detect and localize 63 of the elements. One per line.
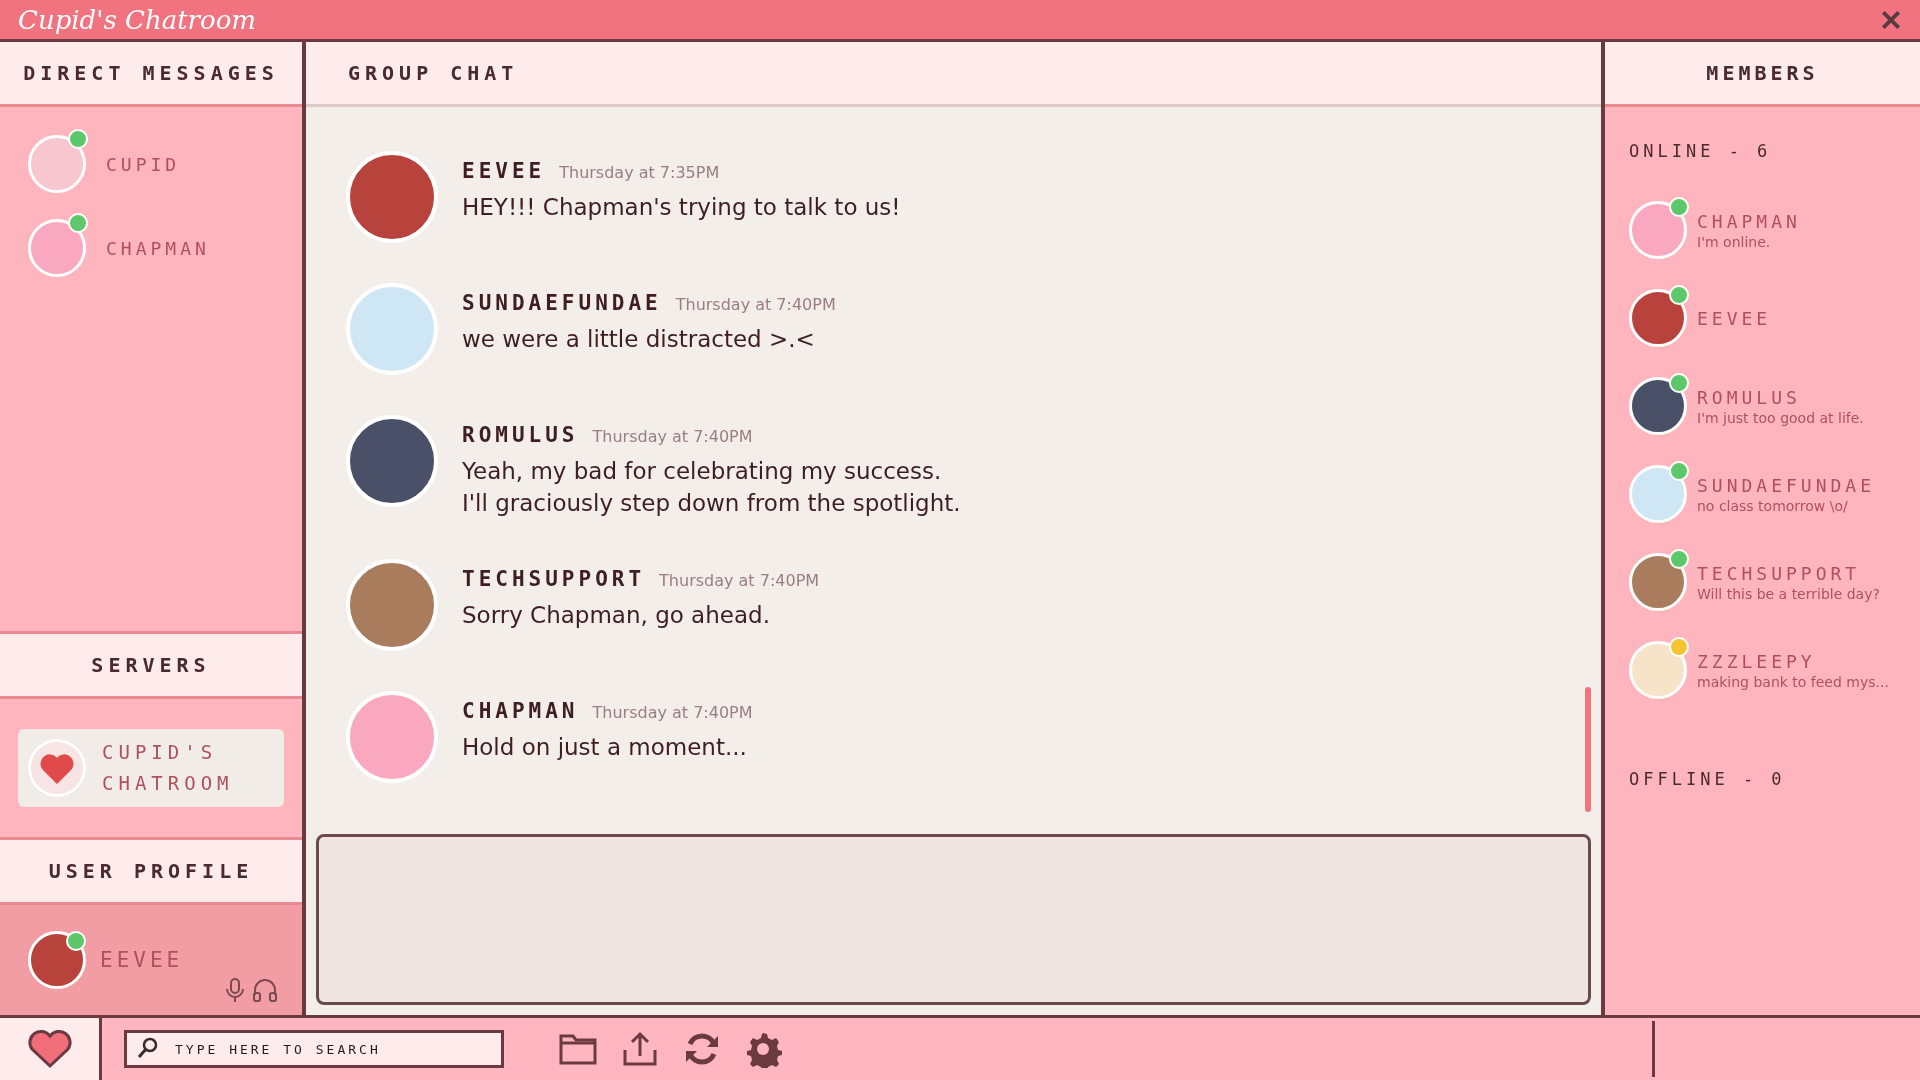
member-status: I'm online. [1697, 233, 1772, 250]
panel-title: DIRECT MESSAGES [23, 61, 279, 85]
member-item[interactable]: ROMULUS I'm just too good at life. [1629, 377, 1896, 435]
avatar-picture [1629, 465, 1687, 523]
author-name: SUNDAEFUNDAE [462, 291, 662, 315]
window-title: Cupid's Chatroom [18, 4, 256, 35]
avatar-picture [1629, 201, 1687, 259]
member-item[interactable]: SUNDAEFUNDAE no class tomorrow \o/ [1629, 465, 1896, 523]
member-name: ROMULUS [1697, 386, 1802, 408]
panel-title: USER PROFILE [48, 859, 254, 883]
microphone-icon[interactable] [224, 977, 246, 1003]
panel-title: GROUP CHAT [348, 61, 519, 85]
message-time: Thursday at 7:40PM [675, 295, 836, 314]
search-field[interactable]: TYPE HERE TO SEARCH [124, 1030, 504, 1068]
scrollbar[interactable] [1585, 687, 1591, 812]
member-name: CHAPMAN [1697, 210, 1801, 232]
message-text: Hold on just a moment... [462, 733, 748, 762]
avatar-picture [28, 219, 86, 277]
message-time: Thursday at 7:35PM [559, 163, 720, 182]
message-text: we were a little distracted >.< [462, 325, 816, 354]
message-text: HEY!!! Chapman's trying to talk to us! [462, 193, 901, 222]
group-label: ONLINE - 6 [1629, 141, 1773, 161]
avatar-picture [1629, 641, 1687, 699]
folder-icon[interactable] [558, 1032, 598, 1066]
member-name: ZZZLEEPY [1697, 650, 1817, 672]
member-status: Will this be a terrible day? [1697, 585, 1880, 602]
headphones-icon[interactable] [252, 977, 278, 1003]
settings-icon[interactable] [744, 1030, 782, 1068]
direct-message-item[interactable]: CUPID [28, 127, 274, 193]
avatar-picture [1629, 289, 1687, 347]
avatar-picture [1629, 377, 1687, 435]
author-name: TECHSUPPORT [462, 567, 646, 591]
member-item[interactable]: EEVEE [1629, 289, 1896, 347]
panel-title: MEMBERS [1706, 61, 1819, 85]
server-item[interactable]: CUPID'S CHATROOM [18, 729, 284, 807]
group-label: OFFLINE - 0 [1629, 769, 1787, 789]
panel-title: SERVERS [91, 653, 211, 677]
author-name: CHAPMAN [462, 699, 579, 723]
close-icon[interactable] [1880, 8, 1902, 31]
member-status: making bank to feed mys... [1697, 673, 1889, 690]
member-item[interactable]: TECHSUPPORT Will this be a terrible day? [1629, 553, 1896, 611]
avatar-picture [1629, 553, 1687, 611]
user-name: EEVEE [100, 948, 184, 972]
avatar-picture [28, 931, 86, 989]
message-time: Thursday at 7:40PM [659, 571, 820, 590]
search-icon [136, 1036, 160, 1060]
author-name: EEVEE [462, 159, 546, 183]
member-item[interactable]: ZZZLEEPY making bank to feed mys... [1629, 641, 1896, 699]
member-status: I'm just too good at life. [1697, 409, 1864, 426]
member-name: TECHSUPPORT [1697, 562, 1862, 584]
member-name: EEVEE [1697, 307, 1772, 329]
message-time: Thursday at 7:40PM [592, 427, 753, 446]
heart-icon[interactable] [25, 1029, 74, 1069]
avatar-picture [28, 135, 86, 193]
member-status: no class tomorrow \o/ [1697, 497, 1849, 514]
direct-message-item[interactable]: CHAPMAN [28, 211, 274, 277]
message-text: Sorry Chapman, go ahead. [462, 601, 771, 630]
message-text: Yeah, my bad for celebrating my success. I'll graciously step down from the spotlight. [462, 457, 961, 518]
message-input-field[interactable] [316, 834, 1591, 1005]
member-name: SUNDAEFUNDAE [1697, 474, 1876, 496]
member-item[interactable]: CHAPMAN I'm online. [1629, 201, 1896, 259]
author-name: ROMULUS [462, 423, 579, 447]
message-time: Thursday at 7:40PM [592, 703, 753, 722]
